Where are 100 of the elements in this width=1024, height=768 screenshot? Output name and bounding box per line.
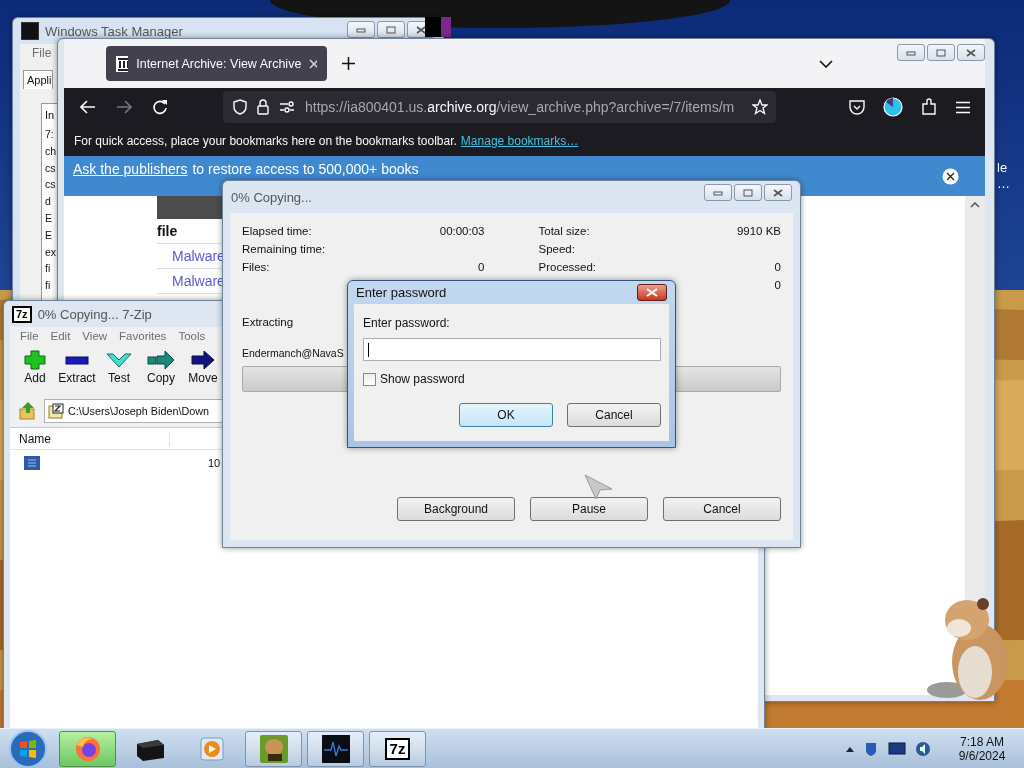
- close-icon: [416, 25, 426, 34]
- archive-icon: [48, 403, 64, 419]
- operation-label: Extracting: [242, 316, 294, 328]
- minimize-button[interactable]: [897, 44, 925, 61]
- close-icon[interactable]: [309, 58, 317, 69]
- start-button[interactable]: [8, 728, 48, 768]
- minimize-button[interactable]: [347, 21, 375, 38]
- list-item[interactable]: cs: [42, 159, 56, 177]
- menu-item[interactable]: View: [76, 330, 114, 342]
- stat-value: 0: [478, 261, 485, 273]
- dialog-button[interactable]: Cancel: [567, 403, 661, 427]
- lock-icon[interactable]: [257, 99, 269, 115]
- menu-item[interactable]: File: [24, 46, 60, 60]
- dialog-button[interactable]: Pause: [530, 497, 648, 521]
- app-icon: 7z: [12, 305, 32, 323]
- stat-label: Total size:: [538, 225, 590, 237]
- back-icon[interactable]: [80, 100, 96, 114]
- minimize-icon: [356, 26, 366, 33]
- sliders-icon[interactable]: [279, 101, 295, 113]
- list-item[interactable]: d: [42, 193, 51, 210]
- menu-item[interactable]: Tools: [172, 330, 212, 342]
- list-item[interactable]: 7:: [42, 126, 54, 143]
- avatar-icon[interactable]: [883, 97, 903, 117]
- list-item[interactable]: fi: [42, 277, 51, 294]
- dialog-button[interactable]: Cancel: [663, 497, 781, 521]
- maximize-icon: [743, 188, 753, 197]
- caret-icon[interactable]: [970, 202, 980, 208]
- minimize-button[interactable]: [704, 184, 732, 201]
- forward-icon[interactable]: [116, 100, 132, 114]
- clock-date[interactable]: 9/6/2024: [958, 748, 1006, 763]
- monitor-icon[interactable]: [888, 741, 906, 756]
- add-button[interactable]: Add: [14, 349, 56, 395]
- file-name: Endermanch@NavaS: [242, 347, 344, 359]
- minimize-icon: [906, 49, 916, 56]
- test-button[interactable]: Test: [98, 349, 140, 395]
- arrow-icon: [145, 349, 177, 371]
- column-header[interactable]: Name: [10, 431, 170, 446]
- app-icon: [21, 22, 39, 40]
- taskbar-button[interactable]: [307, 730, 364, 767]
- file-link[interactable]: Malware: [172, 248, 225, 264]
- new-tab-icon[interactable]: [342, 57, 355, 70]
- show-password-checkbox[interactable]: Show password: [363, 372, 465, 386]
- dialog-button[interactable]: OK: [459, 403, 553, 427]
- reload-icon[interactable]: [152, 99, 168, 115]
- waveform-icon: [320, 733, 351, 764]
- folder-up-icon[interactable]: [18, 401, 38, 421]
- speaker-icon[interactable]: [915, 740, 931, 757]
- menu-icon[interactable]: [955, 100, 971, 114]
- close-icon[interactable]: [942, 167, 959, 185]
- copy-button[interactable]: Copy: [140, 349, 182, 395]
- star-icon[interactable]: [752, 99, 768, 115]
- window-title: 0% Copying... 7-Zip: [37, 306, 152, 322]
- password-field[interactable]: [363, 338, 661, 361]
- list-item[interactable]: cs: [42, 176, 56, 194]
- close-button[interactable]: [764, 184, 792, 201]
- close-icon: [646, 288, 658, 297]
- taskbar-button[interactable]: 7z: [369, 730, 426, 767]
- close-button[interactable]: [637, 284, 667, 301]
- stat-label: Processed:: [538, 261, 597, 273]
- menu-item[interactable]: Edit: [44, 330, 77, 342]
- header-bar: [157, 196, 222, 219]
- taskbar-button[interactable]: [245, 730, 302, 767]
- column-header[interactable]: In: [42, 104, 55, 126]
- app-icon: 7z: [384, 737, 411, 760]
- dialog-button[interactable]: Background: [397, 497, 515, 521]
- shield-icon[interactable]: [233, 99, 247, 115]
- desktop-icon-label[interactable]: …: [997, 176, 1010, 191]
- list-item[interactable]: ex: [42, 243, 57, 261]
- caret-icon[interactable]: [846, 745, 854, 752]
- fox-globe-icon: [73, 734, 102, 763]
- list-item[interactable]: ch: [42, 142, 57, 160]
- stat-label: Remaining time:: [242, 243, 326, 255]
- chevron-icon[interactable]: [819, 59, 833, 68]
- tab[interactable]: Appli: [23, 70, 54, 89]
- move-button[interactable]: Move: [182, 349, 224, 395]
- puzzle-icon[interactable]: [921, 98, 937, 116]
- play-icon: [197, 735, 226, 762]
- close-button[interactable]: [957, 44, 985, 61]
- close-icon: [966, 48, 976, 57]
- publishers-link[interactable]: Ask the publishers: [73, 161, 188, 177]
- clock-time[interactable]: 7:18 AM: [960, 734, 1004, 749]
- address-bar[interactable]: https://ia800401.us.archive.org/view_archive.php?archive=/7/items/m: [223, 91, 776, 123]
- stat-label: Files:: [242, 261, 270, 273]
- pocket-icon[interactable]: [849, 99, 865, 115]
- list-item[interactable]: fi: [42, 260, 51, 278]
- file-link[interactable]: Malware: [172, 273, 225, 289]
- manage-bookmarks-link[interactable]: Manage bookmarks…: [460, 134, 579, 148]
- list-item[interactable]: E: [42, 210, 52, 227]
- cursor-icon: [584, 474, 614, 500]
- menu-item[interactable]: File: [14, 330, 45, 342]
- banner-text: to restore access to 500,000+ books: [192, 161, 419, 177]
- desktop-icon-label[interactable]: le: [997, 160, 1008, 175]
- browser-tab[interactable]: Internet Archive: View Archive: [106, 46, 327, 81]
- list-item[interactable]: E: [42, 226, 52, 244]
- stat-label: Elapsed time:: [242, 225, 312, 237]
- window-edge: [425, 17, 451, 37]
- close-icon: [773, 188, 783, 197]
- extract-button[interactable]: Extract: [56, 349, 98, 395]
- menu-item[interactable]: Favorites: [113, 330, 173, 342]
- maximize-button[interactable]: [377, 21, 405, 38]
